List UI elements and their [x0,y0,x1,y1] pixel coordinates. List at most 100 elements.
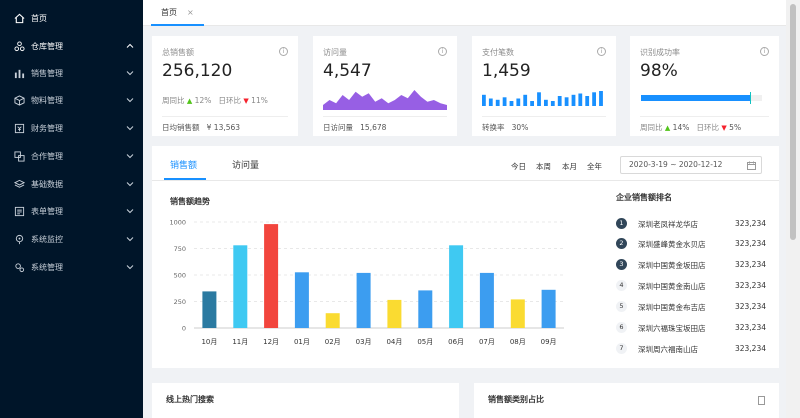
sidebar-item-label: 合作管理 [31,151,63,161]
rank-value: 323,234 [734,302,766,311]
x-tick-label: 04月 [386,338,402,346]
tab-bar: 首页 × [143,0,786,26]
y-tick-label: 500 [174,272,186,280]
payments-bar [509,101,514,106]
hot-search-title: 线上热门搜索 [166,395,214,404]
kpi-value: 4,547 [323,61,372,81]
payments-bar-chart [482,91,603,106]
tab-sales[interactable]: 销售额 [170,158,197,171]
sidebar-item-home[interactable]: 首页 [0,6,143,30]
wow-value: 14% [672,123,690,132]
sidebar-item-materials[interactable]: 物料管理 [0,88,143,112]
payments-bar [578,93,583,106]
kpi-value: 98% [640,61,678,81]
chevron-down-icon [126,237,134,242]
rank-store-name: 深圳中国黄金布吉店 [638,303,706,312]
chart-bar [541,289,556,328]
category-share-card: 销售额类别占比 [474,383,779,418]
tab-home[interactable]: 首页 × [151,0,204,26]
x-tick-label: 06月 [448,338,464,346]
caret-up-icon: ▲ [664,124,671,132]
rank-number: 3 [616,259,627,270]
kpi-value: 256,120 [162,61,233,81]
sidebar-item-label: 基础数据 [31,179,63,189]
sidebar-item-label: 物料管理 [31,95,63,105]
tab-visits[interactable]: 访问量 [232,158,259,171]
sidebar-item-warehouse[interactable]: 仓库管理 [0,34,143,58]
chart-bar [510,299,525,328]
calendar-icon [747,161,756,170]
scrollbar-thumb[interactable] [790,4,796,240]
info-icon[interactable]: i [760,47,769,56]
caret-up-icon: ▲ [186,97,193,105]
period-week[interactable]: 本周 [536,161,551,172]
chart-bar [418,290,433,328]
sidebar-item-monitor[interactable]: 系统监控 [0,227,143,251]
wow-label: 周同比 [640,123,663,132]
sidebar-item-system[interactable]: 系统管理 [0,255,143,279]
sidebar-item-cooperation[interactable]: 合作管理 [0,144,143,168]
payments-bar [516,98,521,106]
dod-value: 5% [729,123,742,132]
home-icon [13,12,25,24]
wow-value: 12% [194,96,212,105]
info-icon[interactable]: i [438,47,447,56]
divider [152,180,779,181]
caret-down-icon: ▼ [243,97,249,105]
chevron-up-icon [126,43,134,48]
sidebar: 首页 仓库管理 销售管理 物料管理 财务管理 合作管理 基础数据 表单管理 系统… [0,0,143,418]
kpi-title: 总销售额 [162,48,194,57]
payments-bar [599,91,603,106]
chart-bar [479,272,494,328]
sidebar-item-sales[interactable]: 销售管理 [0,61,143,85]
date-range-picker[interactable]: 2020-3-19 ~ 2020-12-12 [620,156,762,174]
y-tick-label: 250 [174,298,186,306]
sidebar-item-label: 销售管理 [31,68,63,78]
sidebar-item-basic-data[interactable]: 基础数据 [0,172,143,196]
rank-store-name: 深圳老凤祥龙华店 [638,220,698,229]
layers-icon [13,178,25,190]
payments-bar [592,92,596,106]
sidebar-item-forms[interactable]: 表单管理 [0,199,143,223]
sidebar-item-label: 首页 [31,13,47,23]
rank-number: 6 [616,322,627,333]
foot-label: 转换率 [482,123,505,132]
rank-store-name: 深圳中国黄金坂田店 [638,261,706,270]
foot-label: 日访问量 [323,123,353,132]
chart-bar [233,245,248,328]
info-icon[interactable]: i [279,47,288,56]
chevron-down-icon [126,98,134,103]
sales-bar-chart: 0 250 500 750 1000 10月 11月 12月 01月 02月 03月 04月 05月 06… [169,219,564,346]
divider [640,116,769,117]
kpi-footer: 日访问量 15,678 [323,122,386,133]
info-icon[interactable]: i [597,47,606,56]
close-icon[interactable]: × [187,8,194,17]
tab-label: 首页 [161,7,177,17]
period-year[interactable]: 全年 [587,161,602,172]
period-month[interactable]: 本月 [562,161,577,172]
x-tick-label: 11月 [232,338,248,346]
document-icon[interactable] [758,396,765,405]
visits-area-chart [323,90,447,110]
kpi-footer: 日均销售额 ¥ 13,563 [162,122,240,133]
period-today[interactable]: 今日 [511,161,526,172]
date-range-value: 2020-3-19 ~ 2020-12-12 [629,160,723,169]
chart-bar [449,245,464,328]
rank-store-name: 深圳盛峰黄金水贝店 [638,240,706,249]
rank-value: 323,234 [734,281,766,290]
payments-bar [523,94,528,106]
rank-store-name: 深圳周六福南山店 [638,345,698,354]
x-tick-label: 09月 [541,338,557,346]
wow-label: 周同比 [162,96,185,105]
x-tick-label: 07月 [479,338,495,346]
sales-panel: 销售额 访问量 今日 本周 本月 全年 2020-3-19 ~ 2020-12-… [152,146,779,368]
payments-bar [488,98,493,106]
scrollbar[interactable] [786,0,800,418]
kpi-title: 支付笔数 [482,48,514,57]
kpi-card-payments: 支付笔数 i 1,459 转换率 30% [472,36,616,136]
rank-number: 2 [616,238,627,249]
rank-value: 323,234 [734,323,766,332]
bar-chart-icon [13,67,25,79]
kpi-value: 1,459 [482,61,531,81]
sidebar-item-finance[interactable]: 财务管理 [0,116,143,140]
